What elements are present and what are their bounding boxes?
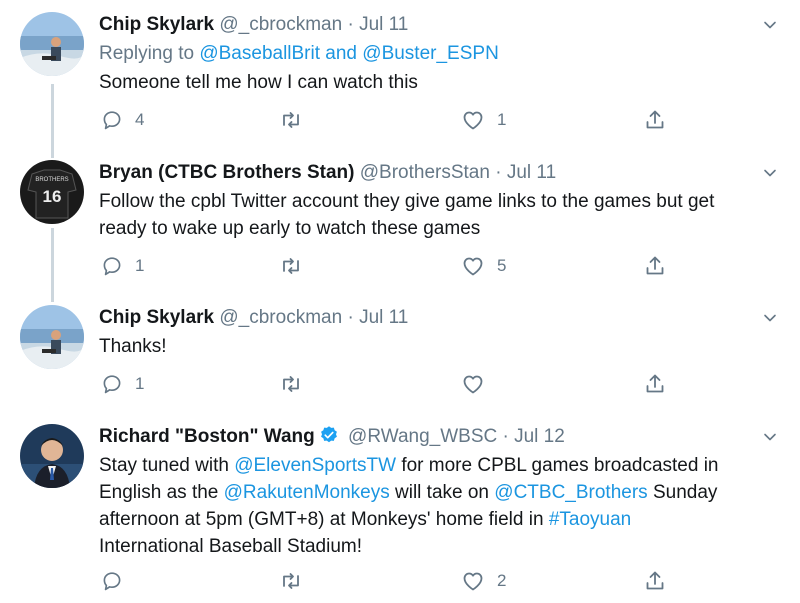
- chevron-down-icon[interactable]: [762, 310, 778, 326]
- reply-icon: [101, 255, 123, 277]
- mention-link[interactable]: @BaseballBrit: [199, 43, 320, 64]
- reply-icon: [101, 373, 123, 395]
- like-icon: [461, 254, 485, 278]
- display-name[interactable]: Bryan (CTBC Brothers Stan): [99, 162, 354, 183]
- username[interactable]: @RWang_WBSC: [348, 426, 497, 447]
- retweet-icon: [279, 108, 303, 132]
- reply-button[interactable]: [101, 569, 123, 593]
- chevron-down-icon[interactable]: [762, 165, 778, 181]
- tweet-text: Follow the cpbl Twitter account they giv…: [99, 191, 715, 239]
- separator-dot: ·: [347, 307, 354, 328]
- chevron-down-icon[interactable]: [762, 429, 778, 445]
- reply-button[interactable]: 1: [101, 254, 144, 278]
- share-button[interactable]: [643, 372, 667, 396]
- retweet-icon: [279, 569, 303, 593]
- share-button[interactable]: [643, 254, 667, 278]
- mention-link[interactable]: @CTBC_Brothers: [494, 482, 647, 503]
- tweet-actions: 1 5: [99, 254, 699, 278]
- like-icon: [461, 108, 485, 132]
- reply-icon: [101, 570, 123, 592]
- tweet-header: Chip Skylark @_cbrockman · Jul 11: [99, 305, 408, 331]
- timestamp[interactable]: Jul 11: [507, 162, 556, 183]
- tweet-header: Chip Skylark @_cbrockman · Jul 11: [99, 12, 408, 38]
- reply-button[interactable]: 4: [101, 108, 144, 132]
- tweet-text: Someone tell me how I can watch this: [99, 72, 418, 93]
- separator-dot: ·: [495, 162, 502, 183]
- like-count: 1: [497, 110, 507, 129]
- retweet-icon: [279, 254, 303, 278]
- share-icon: [643, 254, 667, 278]
- like-button[interactable]: 5: [461, 254, 506, 278]
- avatar[interactable]: [20, 424, 84, 488]
- avatar[interactable]: [20, 305, 84, 369]
- retweet-button[interactable]: [279, 108, 303, 132]
- separator-dot: ·: [502, 426, 509, 447]
- like-button[interactable]: [461, 372, 485, 396]
- jersey-label: BROTHERS: [35, 177, 68, 183]
- tweet[interactable]: Richard "Boston" Wang @RWang_WBSC · Jul …: [0, 424, 800, 599]
- reply-count: 1: [135, 256, 145, 275]
- reply-count: 4: [135, 110, 145, 129]
- share-button[interactable]: [643, 108, 667, 132]
- tweet[interactable]: Chip Skylark @_cbrockman · Jul 11 Thanks…: [0, 305, 800, 405]
- retweet-icon: [279, 372, 303, 396]
- tweet-header: Bryan (CTBC Brothers Stan) @BrothersStan…: [99, 160, 556, 186]
- username[interactable]: @BrothersStan: [360, 162, 490, 183]
- jersey-number: 16: [43, 187, 62, 206]
- display-name[interactable]: Chip Skylark: [99, 307, 214, 328]
- mention-link[interactable]: @RakutenMonkeys: [224, 482, 390, 503]
- verified-icon: [320, 426, 337, 443]
- display-name[interactable]: Chip Skylark: [99, 14, 214, 35]
- tweet-text: Stay tuned with @ElevenSportsTW for more…: [99, 455, 719, 557]
- avatar[interactable]: [20, 12, 84, 76]
- like-count: 2: [497, 571, 507, 590]
- reply-icon: [101, 109, 123, 131]
- timestamp[interactable]: Jul 11: [359, 307, 408, 328]
- tweet-header: Richard "Boston" Wang @RWang_WBSC · Jul …: [99, 424, 565, 450]
- reply-context: Replying to @BaseballBrit and @Buster_ES…: [99, 43, 499, 64]
- like-button[interactable]: 1: [461, 108, 506, 132]
- share-button[interactable]: [643, 569, 667, 593]
- reply-button[interactable]: 1: [101, 372, 144, 396]
- timestamp[interactable]: Jul 12: [514, 426, 565, 447]
- separator-dot: ·: [347, 14, 354, 35]
- mention-link[interactable]: @ElevenSportsTW: [234, 455, 396, 476]
- chevron-down-icon[interactable]: [762, 17, 778, 33]
- avatar[interactable]: BROTHERS 16: [20, 160, 84, 224]
- tweet-actions: 2: [99, 569, 699, 593]
- username[interactable]: @_cbrockman: [219, 14, 342, 35]
- like-icon: [461, 569, 485, 593]
- display-name[interactable]: Richard "Boston" Wang: [99, 426, 315, 447]
- retweet-button[interactable]: [279, 254, 303, 278]
- hashtag-link[interactable]: #Taoyuan: [549, 509, 631, 530]
- tweet-actions: 1: [99, 372, 699, 396]
- like-button[interactable]: 2: [461, 569, 506, 593]
- reply-count: 1: [135, 374, 145, 393]
- retweet-button[interactable]: [279, 372, 303, 396]
- share-icon: [643, 108, 667, 132]
- share-icon: [643, 569, 667, 593]
- tweet-text: Thanks!: [99, 336, 167, 357]
- username[interactable]: @_cbrockman: [219, 307, 342, 328]
- retweet-button[interactable]: [279, 569, 303, 593]
- tweet-actions: 4 1: [99, 108, 699, 132]
- timestamp[interactable]: Jul 11: [359, 14, 408, 35]
- like-icon: [461, 372, 485, 396]
- tweet[interactable]: BROTHERS 16 Bryan (CTBC Brothers Stan) @…: [0, 160, 800, 290]
- share-icon: [643, 372, 667, 396]
- tweet[interactable]: Chip Skylark @_cbrockman · Jul 11 Replyi…: [0, 12, 800, 142]
- mention-link[interactable]: @Buster_ESPN: [362, 43, 499, 64]
- like-count: 5: [497, 256, 507, 275]
